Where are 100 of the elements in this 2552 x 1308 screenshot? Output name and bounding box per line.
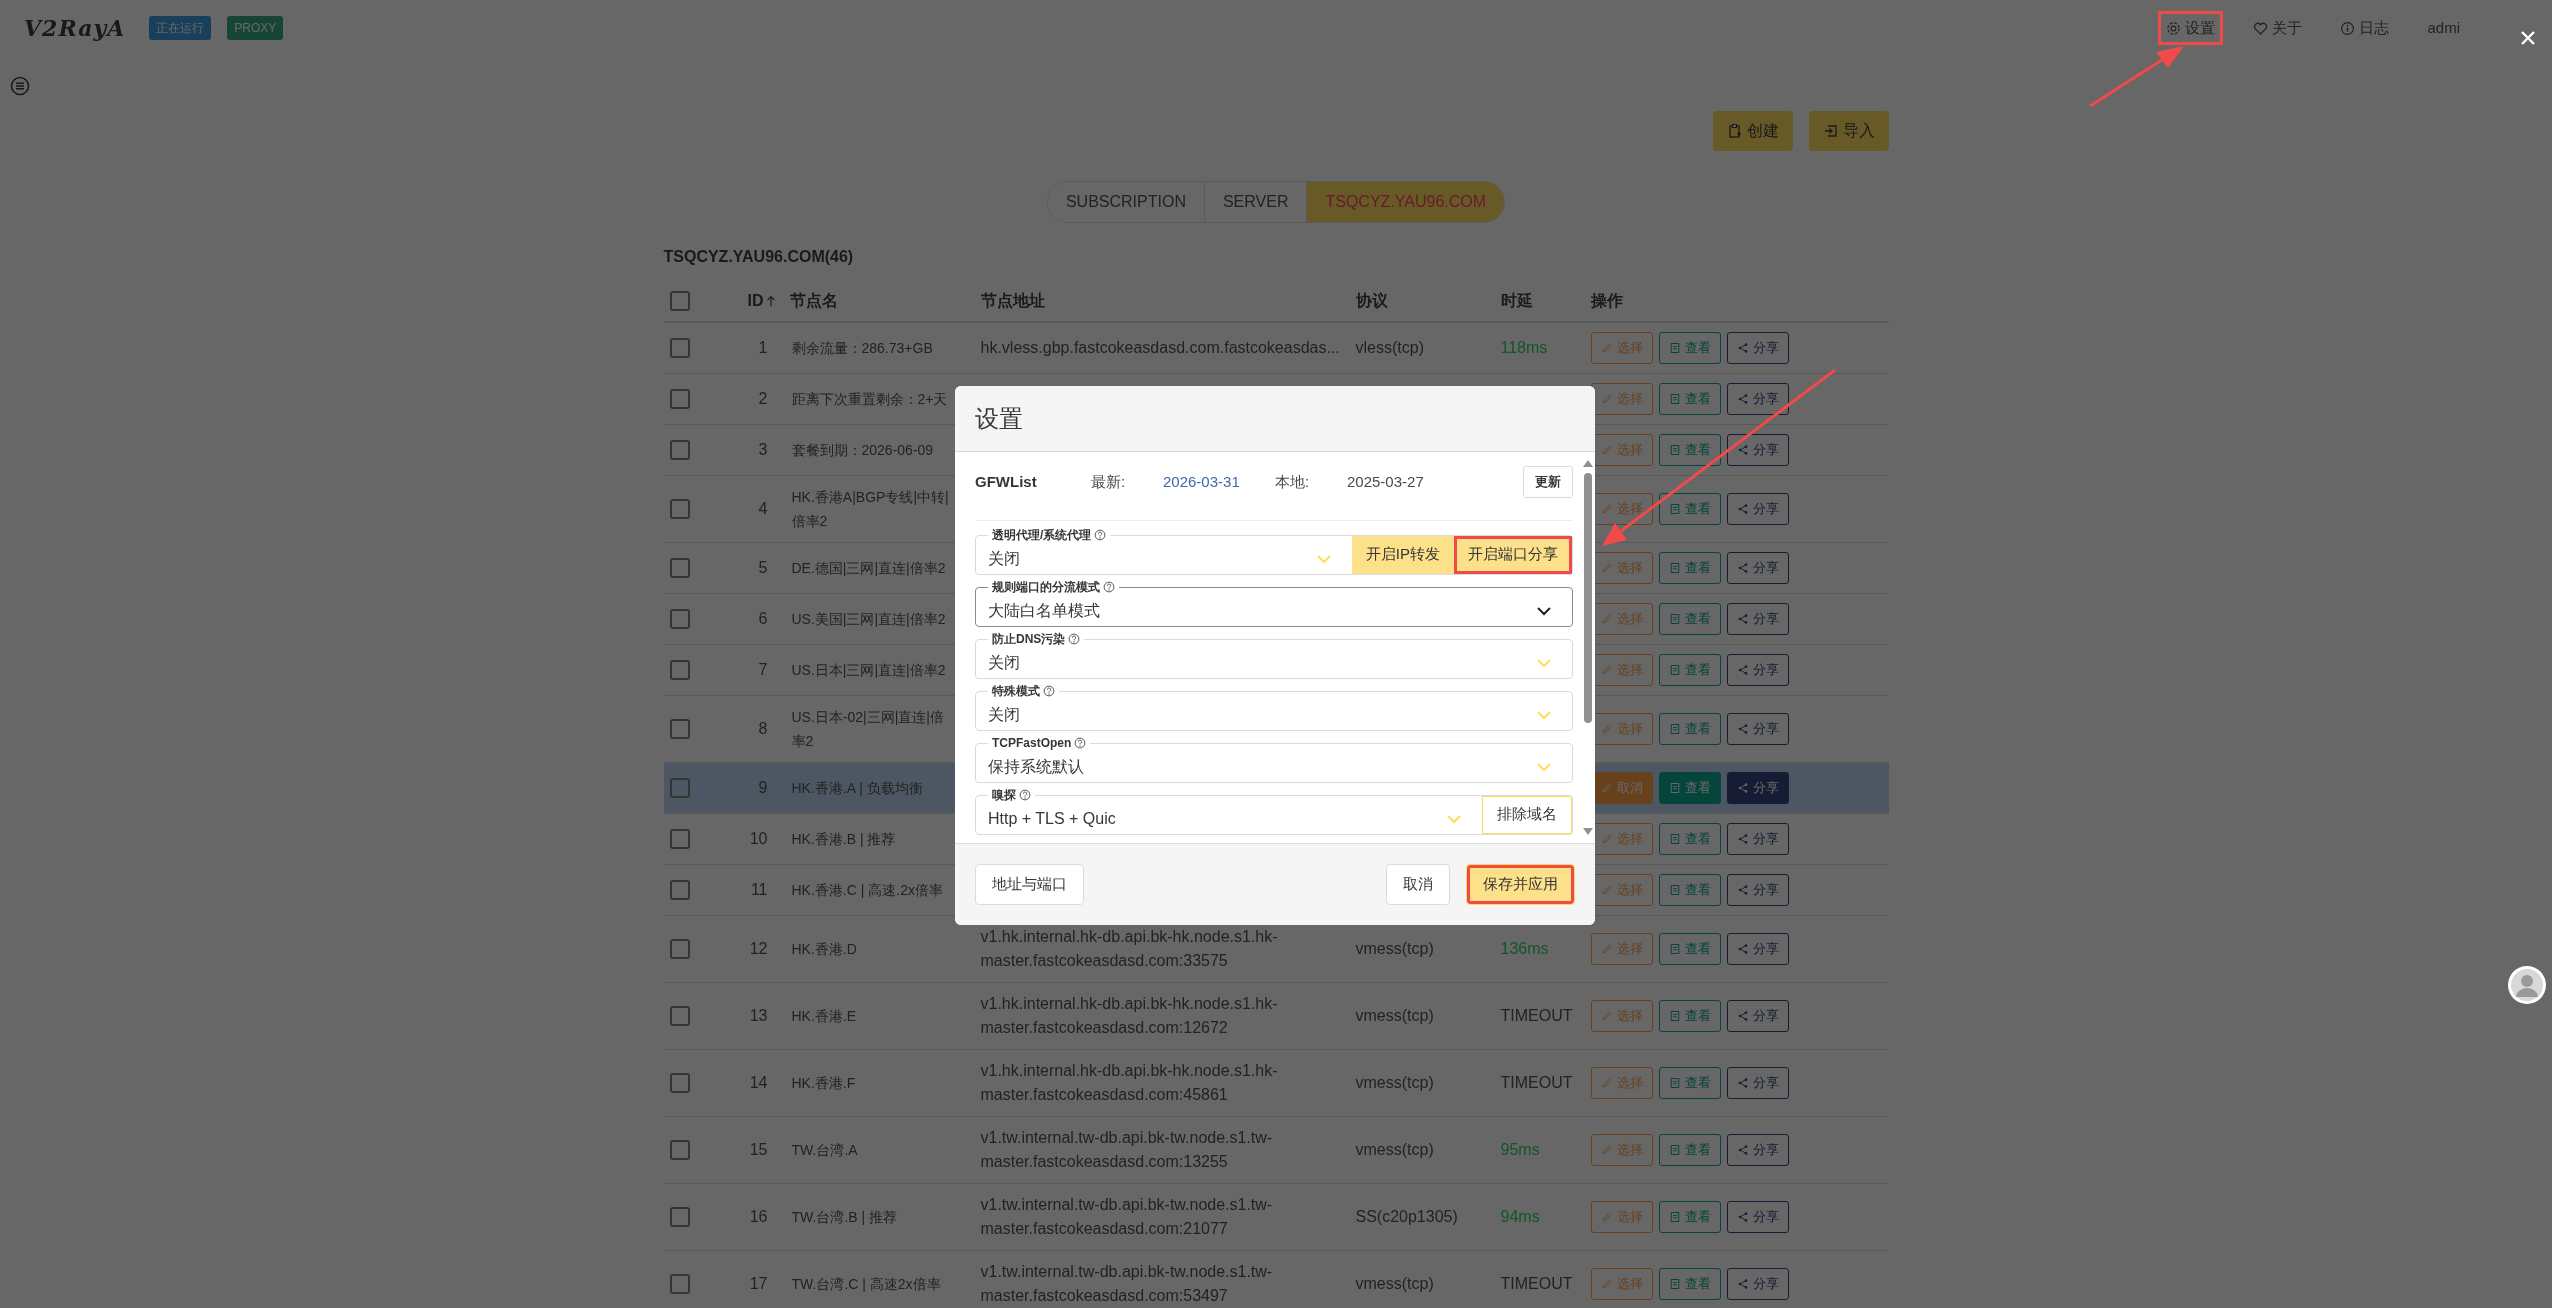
addon-button[interactable]: 开启IP转发 [1351, 535, 1454, 574]
select-all-checkbox[interactable] [669, 291, 690, 312]
select-button[interactable]: 选择 [1590, 999, 1653, 1032]
row-checkbox[interactable] [669, 389, 690, 410]
share-button[interactable]: 分享 [1726, 492, 1789, 525]
share-button[interactable]: 分享 [1726, 433, 1789, 466]
view-button[interactable]: 查看 [1658, 1200, 1721, 1233]
row-checkbox[interactable] [669, 440, 690, 461]
share-button[interactable]: 分享 [1726, 331, 1789, 364]
latency-text: 94ms [1500, 1207, 1540, 1225]
avatar-icon[interactable] [2508, 966, 2546, 1004]
row-checkbox[interactable] [669, 778, 690, 799]
row-checkbox[interactable] [669, 719, 690, 740]
row-checkbox[interactable] [669, 829, 690, 850]
save-apply-button[interactable]: 保存并应用 [1466, 864, 1575, 905]
tab[interactable]: SUBSCRIPTION [1047, 181, 1205, 222]
menu-icon[interactable] [10, 76, 30, 97]
view-button[interactable]: 查看 [1658, 1133, 1721, 1166]
view-button[interactable]: 查看 [1658, 1267, 1721, 1300]
dropdown[interactable]: 关闭 [976, 543, 1352, 574]
view-button[interactable]: 查看 [1658, 492, 1721, 525]
share-button[interactable]: 分享 [1726, 382, 1789, 415]
row-checkbox[interactable] [669, 558, 690, 579]
row-checkbox[interactable] [669, 1207, 690, 1228]
share-button[interactable]: 分享 [1726, 932, 1789, 965]
nav-link[interactable]: 日志 [2332, 10, 2398, 46]
scroll-up-arrow-icon[interactable] [1583, 460, 1593, 467]
select-button[interactable]: 选择 [1590, 1066, 1653, 1099]
table-cell: HK.香港.B | 推荐 [791, 830, 896, 847]
view-button[interactable]: 查看 [1658, 602, 1721, 635]
share-button[interactable]: 分享 [1726, 1133, 1789, 1166]
share-button[interactable]: 分享 [1726, 999, 1789, 1032]
pencil-icon [1600, 883, 1613, 896]
select-button[interactable]: 选择 [1590, 1200, 1653, 1233]
dropdown[interactable]: Http + TLS + Quic [976, 803, 1482, 834]
view-button[interactable]: 查看 [1658, 331, 1721, 364]
import-icon [1822, 122, 1839, 139]
select-button[interactable]: 选择 [1590, 331, 1653, 364]
row-checkbox[interactable] [669, 1073, 690, 1094]
table-cell: 5 [758, 558, 768, 576]
select-button[interactable]: 选择 [1590, 382, 1653, 415]
table-cell: TW.台湾.A [791, 1141, 858, 1158]
view-button[interactable]: 查看 [1658, 382, 1721, 415]
share-button[interactable]: 分享 [1726, 1200, 1789, 1233]
nav-link[interactable]: 关于 [2245, 10, 2311, 46]
view-button[interactable]: 查看 [1658, 653, 1721, 686]
share-button[interactable]: 分享 [1726, 602, 1789, 635]
share-button[interactable]: 分享 [1726, 653, 1789, 686]
heart-icon [2253, 20, 2269, 36]
share-button[interactable]: 分享 [1726, 822, 1789, 855]
share-button[interactable]: 分享 [1726, 712, 1789, 745]
dropdown[interactable]: 保持系统默认 [976, 751, 1572, 782]
share-button[interactable]: 分享 [1726, 551, 1789, 584]
view-button[interactable]: 查看 [1658, 771, 1721, 804]
share-icon [1736, 502, 1749, 515]
select-button[interactable]: 选择 [1590, 1133, 1653, 1166]
row-checkbox[interactable] [669, 1274, 690, 1295]
gfwlist-label: GFWList [975, 471, 1038, 492]
view-button[interactable]: 查看 [1658, 873, 1721, 906]
latency-text: TIMEOUT [1500, 1006, 1573, 1024]
view-button[interactable]: 查看 [1658, 822, 1721, 855]
latency-text: TIMEOUT [1500, 1073, 1573, 1091]
update-button[interactable]: 更新 [1523, 466, 1573, 498]
field-label: 嗅探 [988, 786, 1035, 803]
scroll-down-arrow-icon[interactable] [1583, 828, 1593, 835]
view-button[interactable]: 查看 [1658, 999, 1721, 1032]
tab[interactable]: TSQCYZ.YAU96.COM [1307, 181, 1505, 222]
column-header[interactable]: ID [747, 291, 764, 309]
row-checkbox[interactable] [669, 939, 690, 960]
view-button[interactable]: 查看 [1658, 1066, 1721, 1099]
user-name[interactable]: admi [2419, 10, 2468, 46]
view-button[interactable]: 查看 [1658, 932, 1721, 965]
row-checkbox[interactable] [669, 499, 690, 520]
view-button[interactable]: 查看 [1658, 551, 1721, 584]
cancel-button[interactable]: 取消 [1386, 864, 1450, 905]
toolbar-button[interactable]: 导入 [1808, 110, 1889, 151]
toolbar-button[interactable]: 创建 [1712, 110, 1793, 151]
view-button[interactable]: 查看 [1658, 712, 1721, 745]
addon-button[interactable]: 开启端口分享 [1454, 535, 1572, 574]
addon-button[interactable]: 排除域名 [1482, 795, 1572, 834]
dropdown[interactable]: 关闭 [976, 647, 1572, 678]
nav-link[interactable]: 设置 [2158, 10, 2224, 46]
view-button[interactable]: 查看 [1658, 433, 1721, 466]
row-checkbox[interactable] [669, 1006, 690, 1027]
select-button[interactable]: 选择 [1590, 1267, 1653, 1300]
select-button[interactable]: 选择 [1590, 932, 1653, 965]
column-header: 节点名 [789, 291, 838, 309]
row-checkbox[interactable] [669, 1140, 690, 1161]
row-checkbox[interactable] [669, 338, 690, 359]
dropdown[interactable]: 大陆白名单模式 [976, 595, 1572, 626]
dropdown[interactable]: 关闭 [976, 699, 1572, 730]
share-button[interactable]: 分享 [1726, 1066, 1789, 1099]
row-checkbox[interactable] [669, 660, 690, 681]
address-port-button[interactable]: 地址与端口 [975, 864, 1084, 905]
dropdown-value: 保持系统默认 [988, 756, 1084, 777]
row-checkbox[interactable] [669, 609, 690, 630]
share-button[interactable]: 分享 [1726, 873, 1789, 906]
share-button[interactable]: 分享 [1726, 771, 1789, 804]
row-checkbox[interactable] [669, 880, 690, 901]
share-button[interactable]: 分享 [1726, 1267, 1789, 1300]
